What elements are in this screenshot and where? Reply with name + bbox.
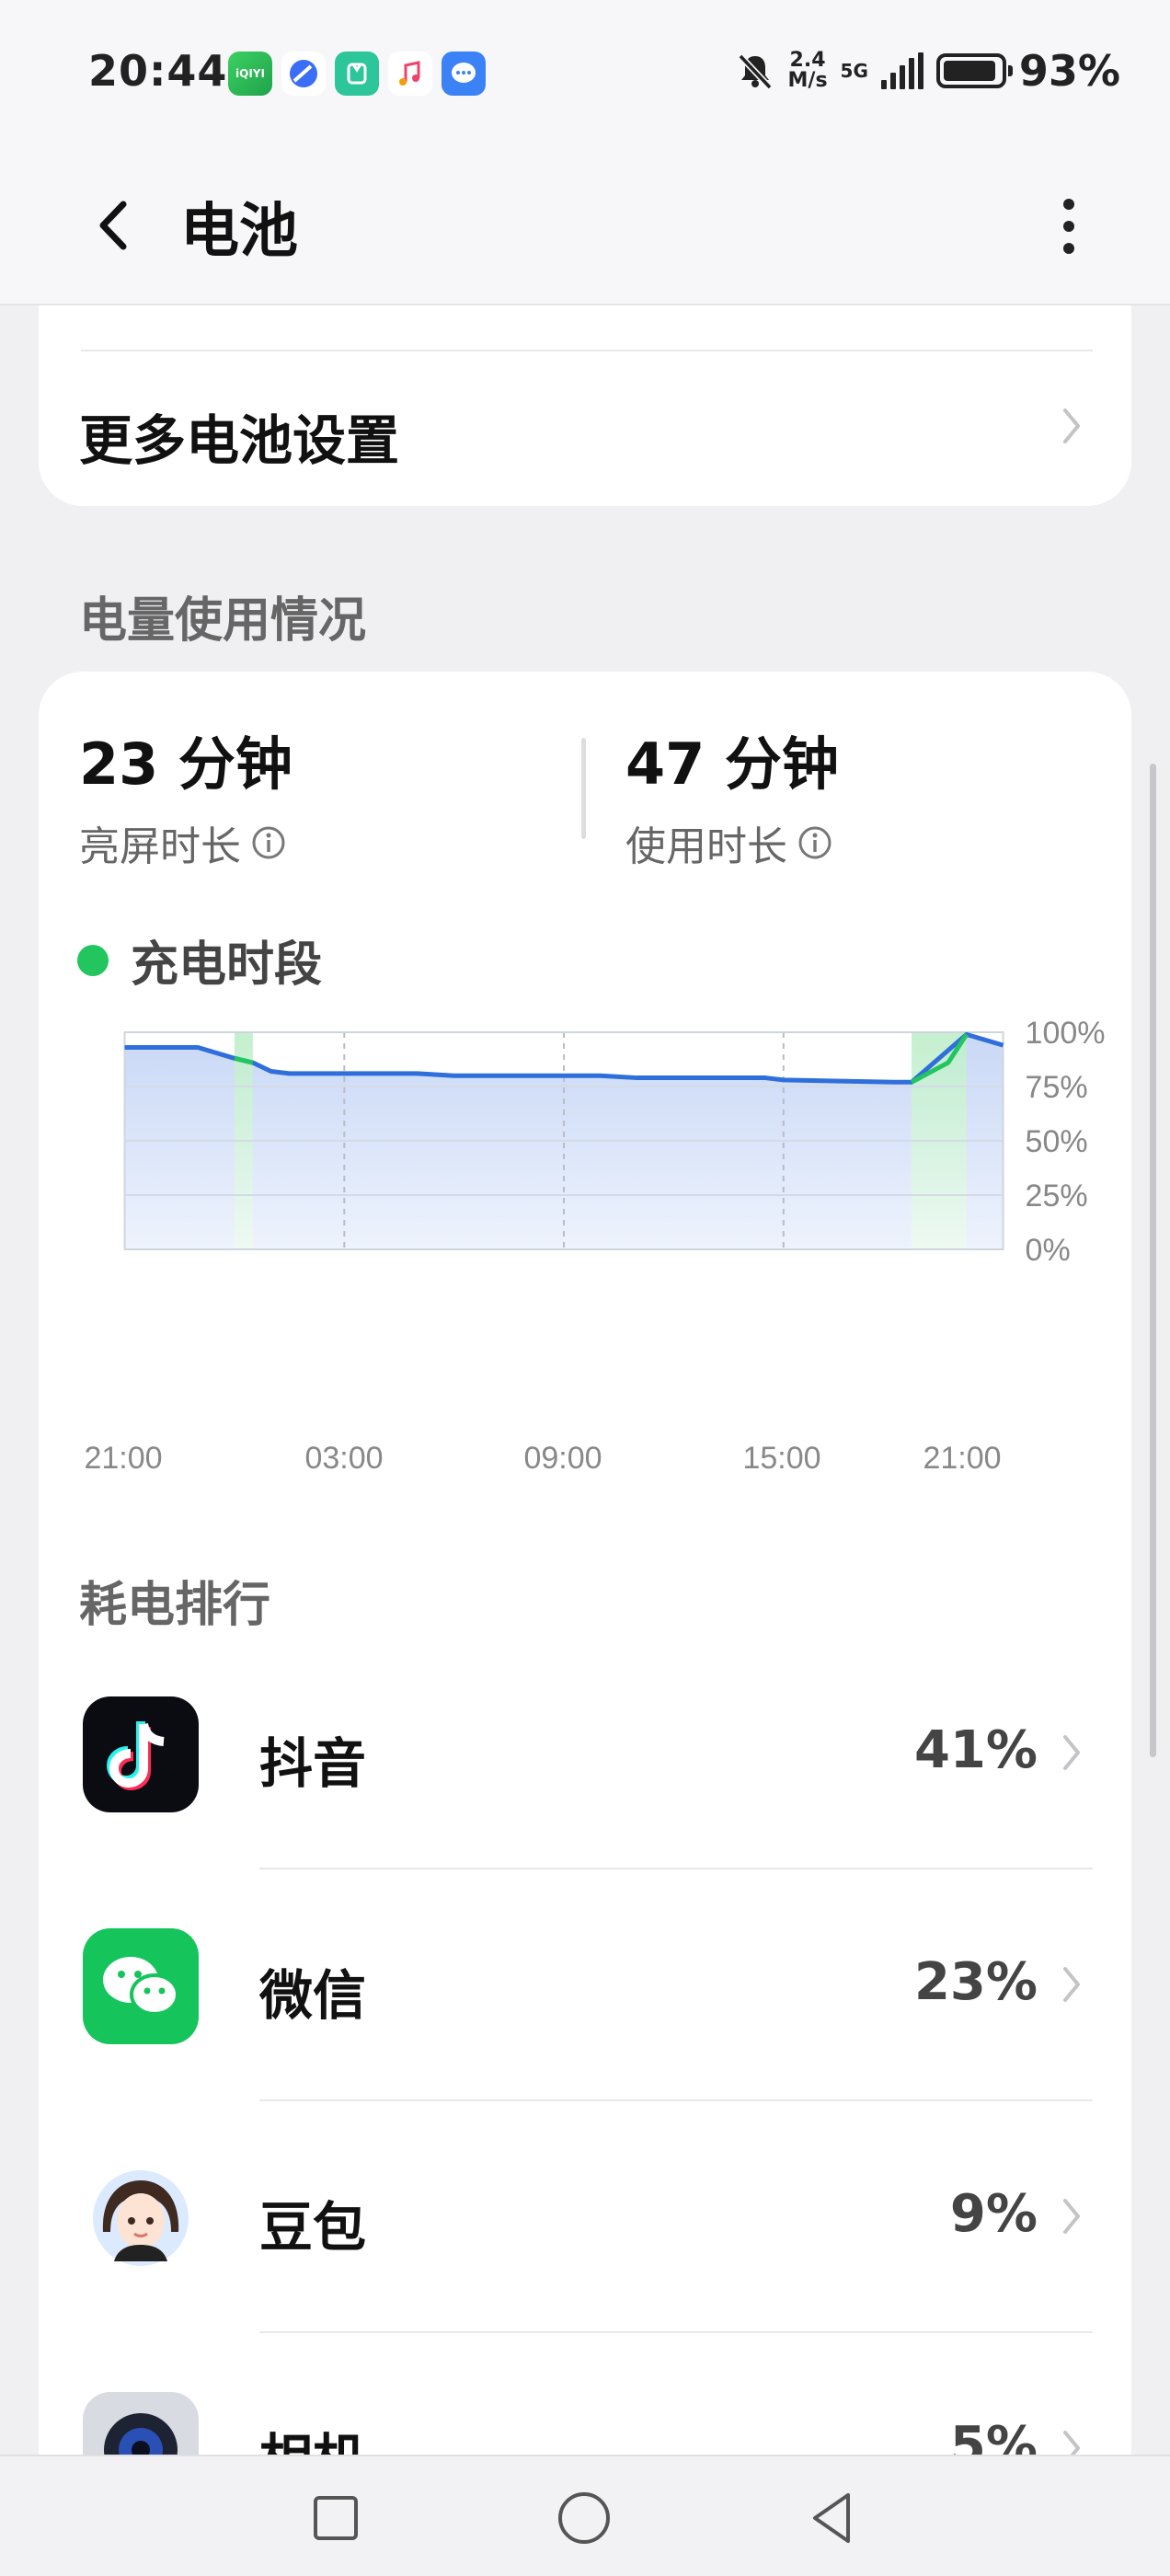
back-nav-button[interactable] [800,2486,865,2550]
ranking-row-wechat[interactable]: 微信 23% [39,1869,1131,2101]
y-tick-label: 0% [1026,1233,1071,1268]
net-speed-value: 2.4 [789,49,826,72]
status-time: 20:44 [88,46,228,96]
browser-icon [281,52,326,96]
scrollbar[interactable] [1150,764,1156,1757]
chevron-right-icon [1063,1967,1080,2002]
square-icon [314,2496,358,2540]
charging-legend-dot [77,944,109,976]
more-options-button[interactable] [1041,180,1096,272]
chevron-right-icon [1063,1735,1080,1770]
screen-on-label: 亮屏时长 [79,823,241,870]
more-battery-settings-row[interactable]: 更多电池设置 [39,351,1131,506]
app-percent: 9% [949,2184,1038,2244]
app-name: 抖音 [259,1732,367,1795]
home-button[interactable] [552,2486,616,2550]
network-type: 5G [840,60,868,82]
x-tick-label: 21:00 [923,1441,1002,1476]
x-tick-label: 21:00 [84,1441,163,1476]
app-percent: 23% [913,1952,1038,2012]
x-tick-label: 09:00 [523,1441,602,1476]
chart-legend: 充电时段 [77,926,322,995]
recents-button[interactable] [304,2486,368,2550]
stat-divider [581,738,586,839]
wechat-icon [83,1928,199,2044]
info-icon[interactable] [250,824,287,861]
douyin-icon [83,1696,199,1812]
back-button[interactable] [83,184,147,267]
iqiyi-icon-text: iQIYI [235,67,265,80]
screen-on-caption: 亮屏时长 [79,813,292,872]
messages-icon [442,52,486,96]
net-speed-unit: M/s [787,69,828,92]
ranking-row-doubao[interactable]: 豆包 9% [39,2101,1131,2333]
usage-section-title: 电量使用情况 [79,593,367,649]
chevron-right-icon [1063,408,1080,443]
info-icon[interactable] [797,824,833,861]
notification-icons: iQIYI [228,52,486,96]
y-tick-label: 25% [1026,1179,1088,1213]
battery-icon [935,53,1013,88]
usage-value: 47 分钟 [625,730,839,798]
screen-on-value: 23 分钟 [79,730,292,798]
more-battery-settings-label: 更多电池设置 [79,409,400,472]
iqiyi-icon: iQIYI [228,52,272,96]
x-tick-label: 15:00 [742,1441,821,1476]
settings-card: 更多电池设置 [39,305,1131,506]
ranking-row-douyin[interactable]: 抖音 41% [39,1638,1131,1869]
page-title: 电池 [180,198,298,266]
chevron-right-icon [1063,2199,1080,2234]
battery-percent: 93% [1018,46,1120,96]
circle-icon [558,2492,610,2544]
system-icons: 2.4 M/s 5G 93% [735,46,1120,96]
mute-icon [737,53,773,90]
y-tick-label: 75% [1026,1070,1088,1105]
header: 电池 [0,147,1170,305]
usage-stat: 47 分钟 使用时长 [625,718,839,872]
back-arrow-icon [99,201,127,250]
status-bar: 20:44 iQIYI 2.4 M/s 5G 93% [0,0,1170,147]
mijia-icon [335,52,379,96]
net-speed: 2.4 M/s [788,51,828,91]
y-tick-label: 50% [1026,1124,1088,1159]
signal-icon [880,52,923,89]
music-icon [388,52,432,96]
battery-level-chart[interactable]: 100% 75% 50% 25% 0% [39,1012,1131,1279]
usage-caption: 使用时长 [625,813,839,872]
app-name: 豆包 [259,2196,367,2259]
charging-legend-label: 充电时段 [131,937,323,993]
triangle-back-icon [813,2493,850,2543]
x-tick-label: 03:00 [304,1441,384,1476]
app-percent: 41% [913,1720,1038,1780]
y-tick-label: 100% [1026,1016,1106,1051]
usage-label: 使用时长 [625,823,787,870]
usage-card: 23 分钟 亮屏时长 47 分钟 使用时长 充电时段 100% 75% 50% 25%… [39,672,1131,2576]
app-name: 微信 [259,1964,367,2027]
doubao-icon [83,2160,199,2276]
screen-on-stat: 23 分钟 亮屏时长 [79,718,292,872]
more-vertical-icon [1063,199,1074,254]
navigation-bar [0,2455,1170,2576]
ranking-title: 耗电排行 [79,1578,271,1633]
